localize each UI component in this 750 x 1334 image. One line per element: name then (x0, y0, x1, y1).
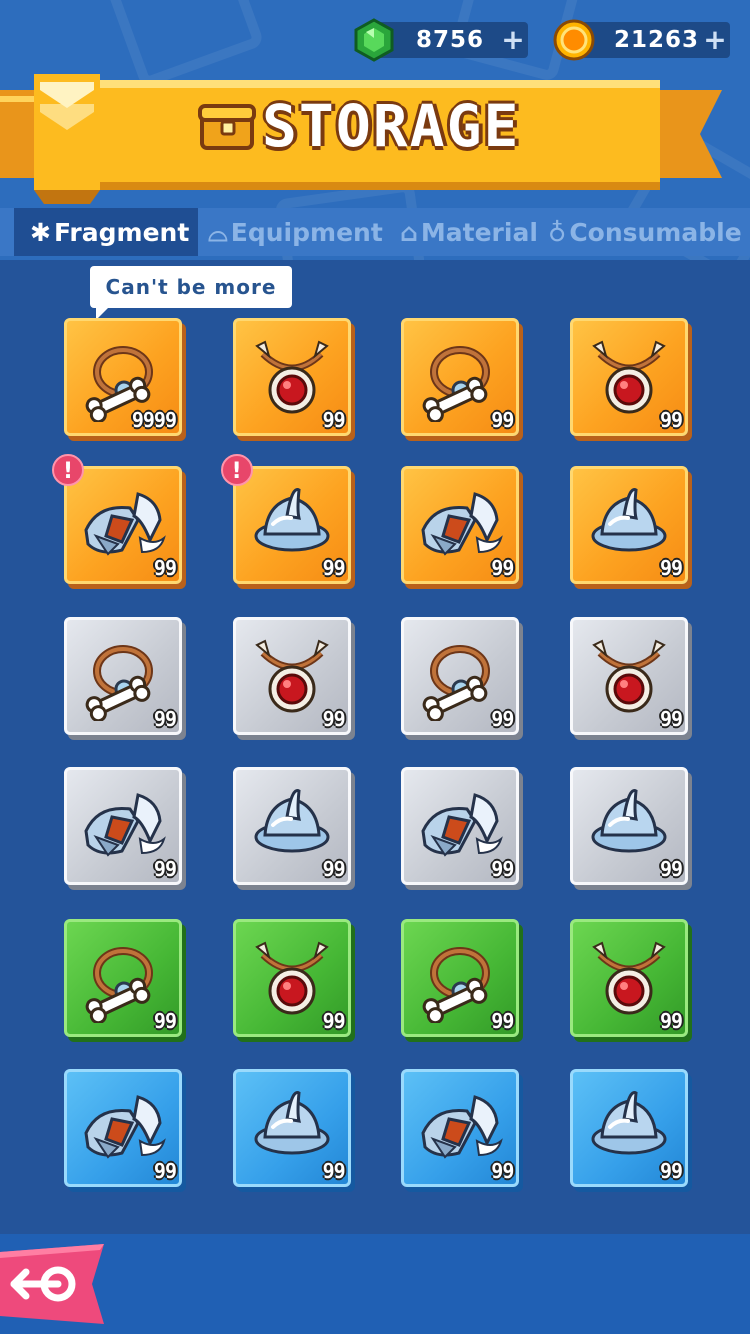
max-tooltip: Can't be more (90, 266, 292, 320)
item-count: 99 (660, 408, 683, 432)
item-count: 99 (660, 556, 683, 580)
item-count: 9999 (131, 408, 177, 432)
item-count: 99 (153, 1009, 177, 1033)
tab-material[interactable]: ⌂ Material (400, 208, 538, 256)
potion-icon: ♁ (548, 218, 567, 247)
shoe-icon: ⌓ (208, 218, 228, 247)
item-count: 99 (660, 857, 683, 881)
item-count: 99 (322, 1009, 346, 1033)
tab-consumable-label: Consumable (569, 218, 742, 247)
item-count: 99 (322, 857, 346, 881)
item-slot[interactable]: 99 (570, 767, 689, 885)
item-count: 99 (491, 857, 514, 881)
item-slot[interactable]: 99 (232, 318, 351, 436)
item-count: 99 (153, 1159, 177, 1183)
tab-bar: ✱ Fragment ⌓ Equipment ⌂ Material ♁ Consumab… (0, 208, 750, 256)
item-count: 99 (322, 408, 346, 432)
item-slot[interactable]: 99! (52, 454, 182, 584)
item-count: 99 (491, 1009, 514, 1033)
item-count: 99 (491, 707, 514, 731)
gem-icon (354, 18, 394, 62)
puzzle-icon: ✱ (30, 218, 51, 247)
item-count: 99 (322, 1159, 346, 1183)
item-slot[interactable]: 99 (401, 617, 520, 735)
item-slot[interactable]: 99 (232, 1069, 351, 1187)
item-slot[interactable]: 99 (64, 617, 182, 735)
item-slot[interactable]: 99! (220, 454, 351, 584)
coin-icon (553, 19, 595, 61)
treasure-chest-icon (198, 104, 256, 150)
item-slot[interactable]: 99 (232, 767, 351, 885)
item-count: 99 (491, 408, 514, 432)
item-slot[interactable]: 99 (401, 318, 520, 436)
tab-material-label: Material (420, 218, 538, 247)
item-count: 99 (153, 857, 177, 881)
scroll-icon: ⌂ (400, 218, 418, 247)
item-slot[interactable]: 99 (64, 1069, 182, 1187)
item-count: 99 (660, 1009, 683, 1033)
item-slot[interactable]: 99 (64, 919, 182, 1037)
item-slot[interactable]: 99 (570, 919, 689, 1037)
item-slot[interactable]: 99 (64, 767, 182, 885)
coin-amount: 21263 (614, 27, 700, 53)
tab-fragment-label: Fragment (53, 218, 190, 247)
item-count: 99 (660, 707, 683, 731)
gem-counter: 8756 + (352, 18, 532, 62)
item-slot[interactable]: 99 (401, 919, 520, 1037)
item-count: 99 (153, 707, 177, 731)
item-slot[interactable]: 99 (232, 617, 351, 735)
item-slot[interactable]: 99 (401, 767, 520, 885)
item-count: 99 (322, 556, 346, 580)
item-slot[interactable]: 99 (401, 466, 520, 584)
item-count: 99 (491, 1159, 514, 1183)
add-gems-button[interactable]: + (498, 22, 528, 58)
item-count: 99 (660, 1159, 683, 1183)
gem-amount: 8756 (416, 27, 485, 53)
coin-counter: 21263 + (552, 18, 734, 61)
back-button[interactable] (0, 1244, 110, 1324)
item-count: 99 (491, 556, 514, 580)
bottom-bar (0, 1234, 750, 1334)
tab-fragment[interactable]: ✱ Fragment (14, 208, 198, 256)
item-slot[interactable]: 99 (570, 466, 689, 584)
alert-badge: ! (52, 454, 84, 486)
item-slot[interactable]: 99 (570, 1069, 689, 1187)
item-slot[interactable]: 9999 (64, 318, 182, 436)
page-title: STORAGE (262, 92, 521, 160)
tab-consumable[interactable]: ♁ Consumable (548, 208, 742, 256)
item-slot[interactable]: 99 (401, 1069, 520, 1187)
item-count: 99 (153, 556, 177, 580)
tab-equipment[interactable]: ⌓ Equipment (208, 208, 383, 256)
item-slot[interactable]: 99 (232, 919, 351, 1037)
alert-badge: ! (220, 454, 253, 486)
add-coins-button[interactable]: + (700, 22, 730, 58)
item-slot[interactable]: 99 (570, 318, 689, 436)
item-slot[interactable]: 99 (570, 617, 689, 735)
tab-equipment-label: Equipment (230, 218, 383, 247)
item-count: 99 (322, 707, 346, 731)
